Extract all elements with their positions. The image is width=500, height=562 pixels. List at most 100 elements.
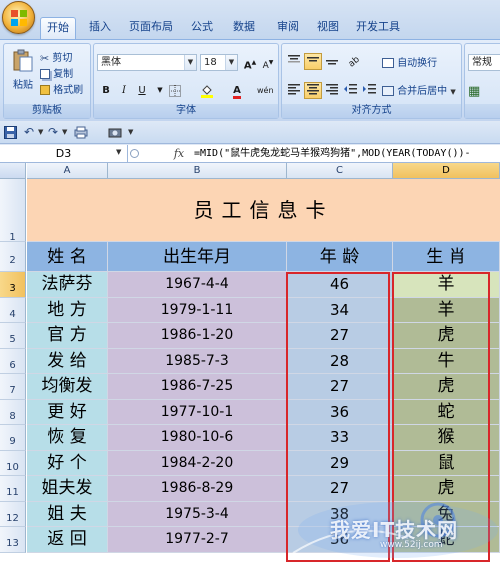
chevron-down-icon[interactable]: ▼ <box>62 128 67 136</box>
name-cell[interactable]: 恢 复 <box>27 425 108 451</box>
insert-function-button[interactable]: fx <box>168 145 190 162</box>
tab-1[interactable]: 插入 <box>82 17 118 39</box>
header-cell-name[interactable]: 姓 名 <box>27 242 108 272</box>
wrap-text-label: 自动换行 <box>397 58 438 69</box>
increase-indent-button[interactable] <box>361 82 379 99</box>
copy-button[interactable]: 复制 <box>40 65 73 80</box>
tab-7[interactable]: 开发工具 <box>350 17 406 39</box>
align-top-button[interactable] <box>285 53 303 70</box>
tab-2[interactable]: 页面布局 <box>124 17 178 39</box>
office-button[interactable] <box>2 1 35 34</box>
row-header-2[interactable]: 2 <box>0 242 26 272</box>
tab-6[interactable]: 视图 <box>310 17 346 39</box>
birth-cell[interactable]: 1977-2-7 <box>108 527 287 553</box>
row-header-11[interactable]: 11 <box>0 476 26 502</box>
bold-button[interactable]: B <box>97 82 115 99</box>
number-format-box[interactable]: 常规 <box>468 54 500 71</box>
chevron-down-icon[interactable]: ▼ <box>128 128 133 136</box>
align-left-button[interactable] <box>285 82 303 99</box>
chevron-down-icon[interactable]: ▼ <box>38 128 43 136</box>
paste-button[interactable]: 粘贴 <box>9 48 37 92</box>
row-header-12[interactable]: 12 <box>0 501 26 527</box>
fill-color-button[interactable] <box>198 82 216 99</box>
align-right-button[interactable] <box>323 82 341 99</box>
name-cell[interactable]: 更 好 <box>27 399 108 425</box>
merge-center-button[interactable]: 合并后居中 ▼ <box>382 82 456 97</box>
shrink-font-button[interactable]: A▼ <box>259 54 277 71</box>
name-box[interactable]: D3 <box>0 145 128 162</box>
underline-button[interactable]: U <box>133 82 151 99</box>
birth-cell[interactable]: 1984-2-20 <box>108 450 287 476</box>
redo-icon[interactable]: ↷ <box>48 125 58 139</box>
align-center-button[interactable] <box>304 82 322 99</box>
name-cell[interactable]: 返 回 <box>27 527 108 553</box>
column-header-d[interactable]: D <box>393 163 500 179</box>
font-color-button[interactable]: A <box>228 82 246 99</box>
number-group: 常规 ▦ <box>464 43 500 119</box>
row-header-3[interactable]: 3 <box>0 272 26 298</box>
align-middle-button[interactable] <box>304 53 322 70</box>
birth-cell[interactable]: 1986-7-25 <box>108 374 287 400</box>
birth-cell[interactable]: 1985-7-3 <box>108 348 287 374</box>
undo-icon[interactable]: ↶ <box>24 125 34 139</box>
row-header-1[interactable]: 1 <box>0 179 26 243</box>
birth-cell[interactable]: 1977-10-1 <box>108 399 287 425</box>
row-header-6[interactable]: 6 <box>0 348 26 374</box>
birth-cell[interactable]: 1967-4-4 <box>108 272 287 298</box>
name-cell[interactable]: 好 个 <box>27 450 108 476</box>
row-header-8[interactable]: 8 <box>0 399 26 425</box>
grow-font-button[interactable]: A▲ <box>241 54 259 71</box>
camera-icon[interactable] <box>108 126 122 138</box>
column-header-c[interactable]: C <box>287 163 393 179</box>
decrease-indent-button[interactable] <box>342 82 360 99</box>
header-cell-age[interactable]: 年 龄 <box>287 242 393 272</box>
tab-4[interactable]: 数据 <box>224 17 264 39</box>
wrap-text-icon <box>382 58 394 68</box>
print-preview-icon[interactable] <box>74 126 88 139</box>
name-cell[interactable]: 均衡发 <box>27 374 108 400</box>
formula-input[interactable]: =MID("鼠牛虎兔龙蛇马羊猴鸡狗猪",MOD(YEAR(TODAY())- <box>194 145 500 162</box>
format-painter-button[interactable]: 格式刷 <box>40 81 83 96</box>
birth-cell[interactable]: 1986-1-20 <box>108 323 287 349</box>
chevron-down-icon[interactable]: ▼ <box>184 55 196 70</box>
tab-5[interactable]: 审阅 <box>270 17 306 39</box>
align-bottom-button[interactable] <box>323 53 341 70</box>
header-cell-birth[interactable]: 出生年月 <box>108 242 287 272</box>
italic-button[interactable]: I <box>115 82 133 99</box>
birth-cell[interactable]: 1980-10-6 <box>108 425 287 451</box>
tab-0[interactable]: 开始 <box>40 17 76 39</box>
row-header-13[interactable]: 13 <box>0 527 26 553</box>
column-header-a[interactable]: A <box>27 163 108 179</box>
column-header-b[interactable]: B <box>108 163 287 179</box>
orientation-button[interactable]: ab <box>346 53 364 70</box>
birth-cell[interactable]: 1975-3-4 <box>108 501 287 527</box>
font-name-box[interactable]: 黑体 ▼ <box>97 54 197 71</box>
header-cell-zodiac[interactable]: 生 肖 <box>393 242 500 272</box>
row-header-10[interactable]: 10 <box>0 450 26 476</box>
phonetic-button[interactable]: wén <box>256 82 274 99</box>
wrap-text-button[interactable]: 自动换行 <box>382 54 437 69</box>
row-header-9[interactable]: 9 <box>0 425 26 451</box>
name-cell[interactable]: 法萨芬 <box>27 272 108 298</box>
cut-button[interactable]: ✂ 剪切 <box>40 49 72 65</box>
row-header-7[interactable]: 7 <box>0 374 26 400</box>
name-cell[interactable]: 官 方 <box>27 323 108 349</box>
row-header-5[interactable]: 5 <box>0 323 26 349</box>
font-size-box[interactable]: 18 ▼ <box>200 54 238 71</box>
tab-3[interactable]: 公式 <box>184 17 220 39</box>
chevron-down-icon[interactable]: ▼ <box>116 148 121 156</box>
title-cell[interactable]: 员工信息卡 <box>27 179 500 242</box>
name-cell[interactable]: 姐 夫 <box>27 501 108 527</box>
currency-icon[interactable]: ▦ <box>468 84 480 99</box>
chevron-down-icon[interactable]: ▼ <box>450 88 455 96</box>
name-cell[interactable]: 姐夫发 <box>27 476 108 502</box>
name-cell[interactable]: 发 给 <box>27 348 108 374</box>
birth-cell[interactable]: 1986-8-29 <box>108 476 287 502</box>
chevron-down-icon[interactable]: ▼ <box>225 55 237 70</box>
select-all-corner[interactable] <box>0 163 26 179</box>
birth-cell[interactable]: 1979-1-11 <box>108 297 287 323</box>
border-button[interactable] <box>166 82 184 99</box>
save-icon[interactable] <box>4 126 17 139</box>
name-cell[interactable]: 地 方 <box>27 297 108 323</box>
row-header-4[interactable]: 4 <box>0 297 26 323</box>
